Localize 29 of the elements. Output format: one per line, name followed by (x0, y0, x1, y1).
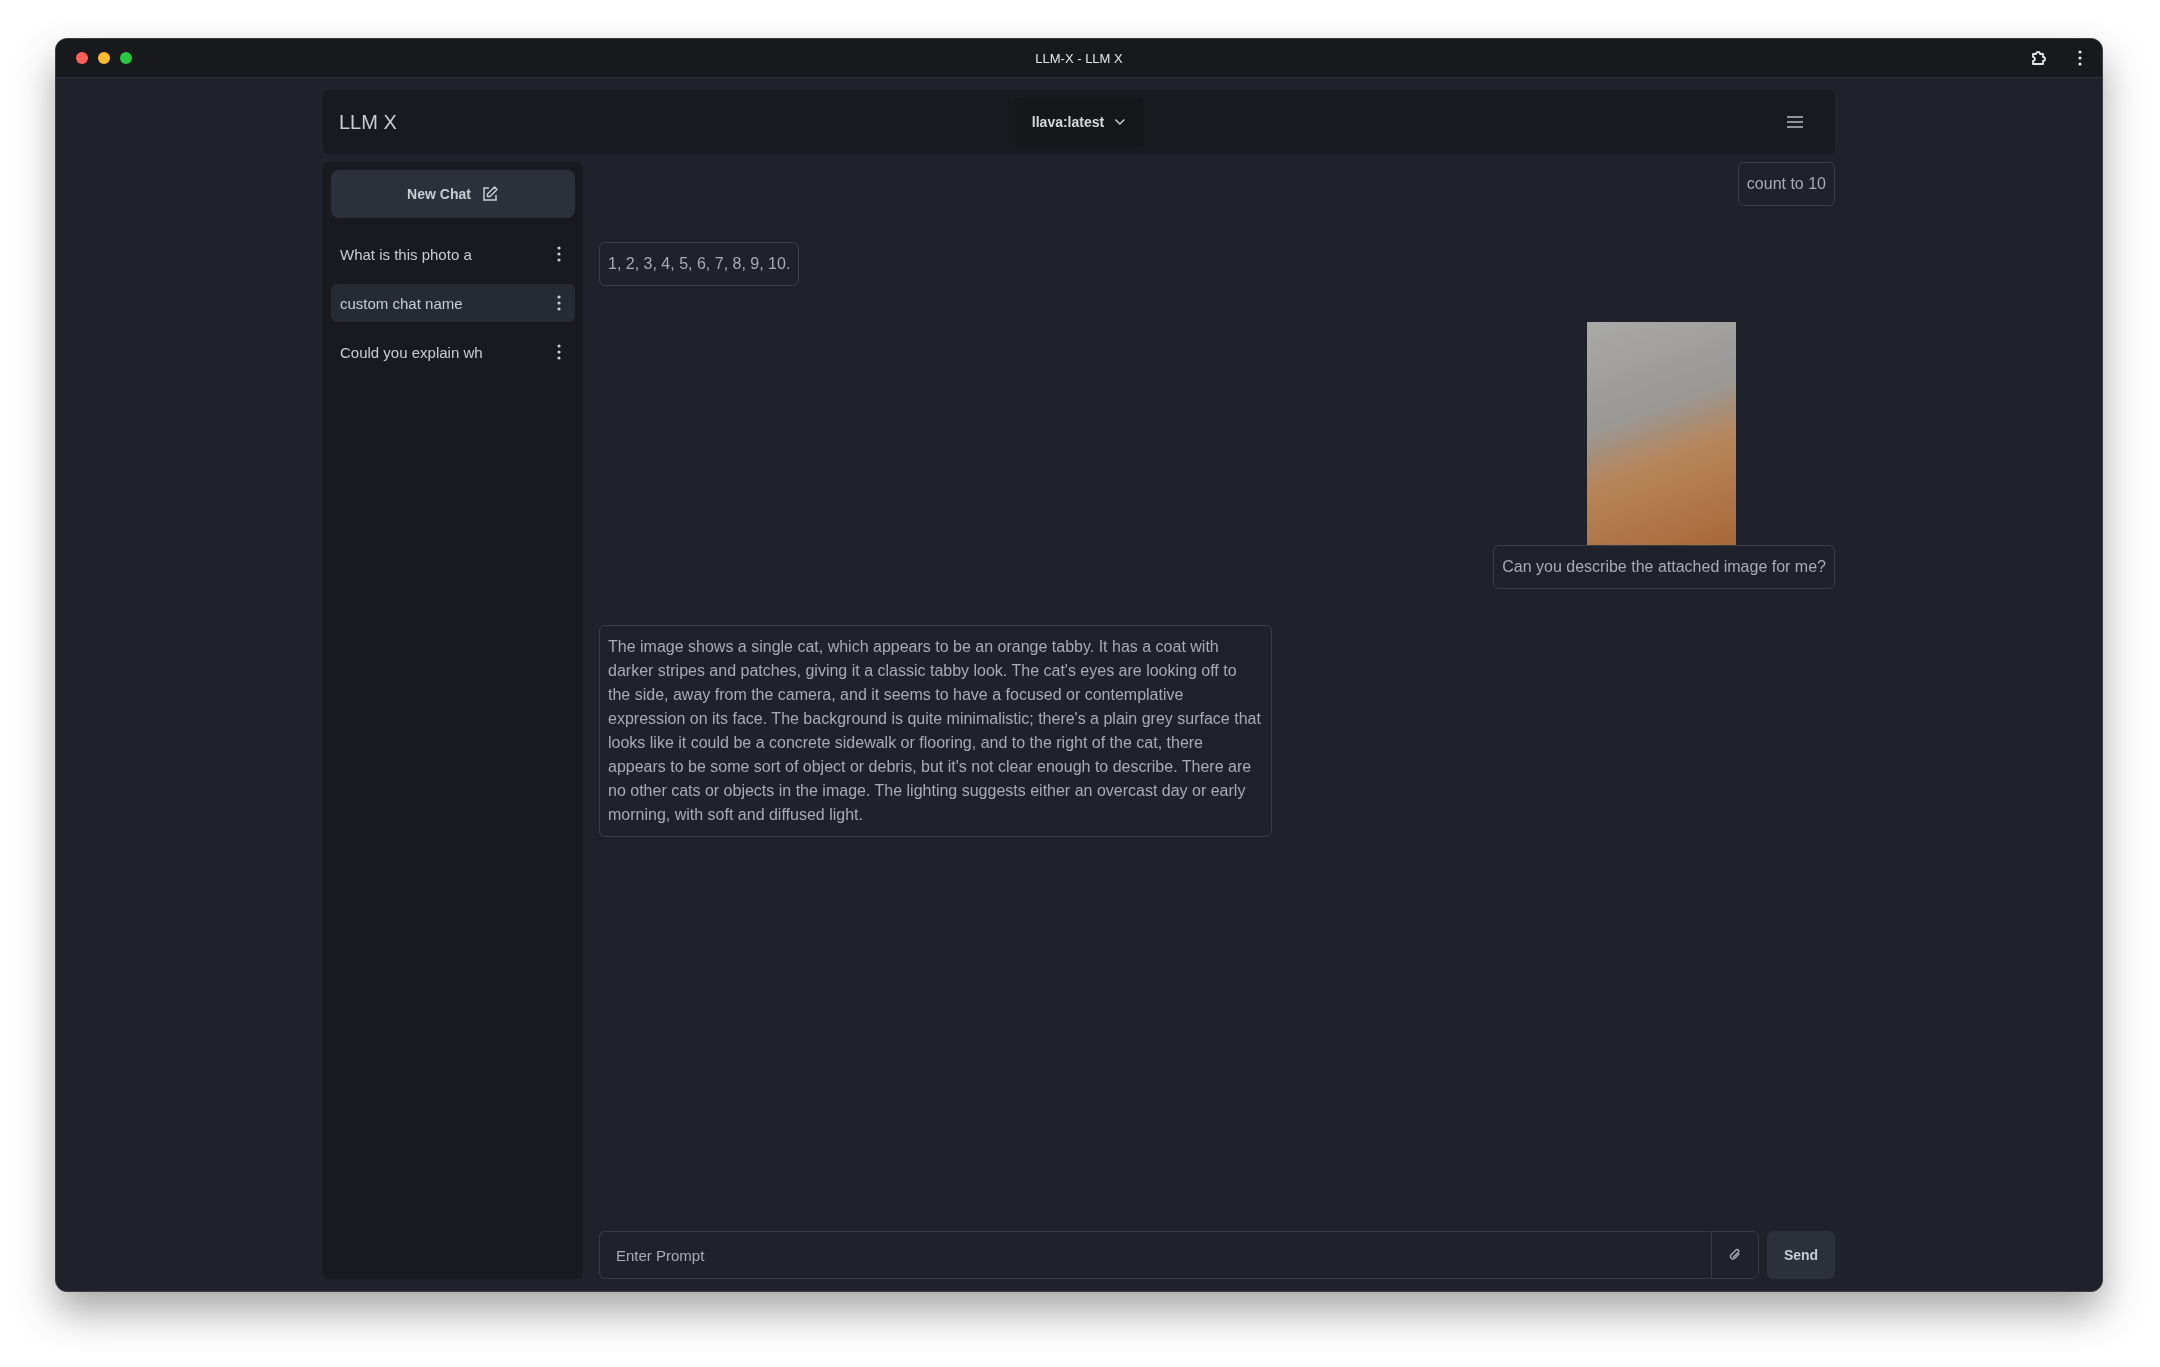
send-button[interactable]: Send (1767, 1231, 1835, 1279)
message-bubble: 1, 2, 3, 4, 5, 6, 7, 8, 9, 10. (599, 242, 800, 286)
puzzle-icon[interactable] (2030, 49, 2048, 67)
edit-icon (480, 185, 499, 203)
chat-title: custom chat name (340, 294, 463, 312)
window-title: LLM-X - LLM X (1035, 50, 1123, 66)
message-bubble: Can you describe the attached image for me? (1493, 545, 1835, 589)
chat-title: Could you explain wh (340, 343, 483, 361)
message-bubble: count to 10 (1737, 162, 1835, 206)
model-selector[interactable]: llava:latest (1013, 97, 1145, 147)
paperclip-icon (1728, 1247, 1742, 1263)
new-chat-button[interactable]: New Chat (331, 170, 575, 218)
chat-item[interactable]: custom chat name (331, 284, 575, 322)
more-icon[interactable] (557, 344, 561, 360)
chat-title: What is this photo a (340, 245, 472, 263)
message-bubble: The image shows a single cat, which appears to be an orange tabby. It has a coat with darker stripes and patches, giving it a classic tabby look. The cat's eyes are looking off to the side, away from the camera, and it seems to have a focused or contemplative expression on its face. The background is quite minimalistic; there's a plain grey surface that looks like it could be a concrete sidewalk or flooring, and to the right of the cat, there appears to be some sort of object or debris, but it's not clear enough to describe. There are no other cats or objects in the image. The lighting suggests either an overcast day or early morning, with soft and diffused light. (599, 625, 1272, 837)
minimize-button[interactable] (98, 52, 110, 64)
close-button[interactable] (76, 52, 88, 64)
attach-button[interactable] (1711, 1231, 1759, 1279)
chat-item[interactable]: Could you explain wh (331, 333, 575, 371)
more-icon[interactable] (2078, 50, 2082, 66)
prompt-field[interactable]: Enter Prompt (599, 1231, 1711, 1279)
app-logo: LLM X (339, 110, 397, 134)
menu-icon[interactable] (1787, 116, 1803, 128)
zoom-button[interactable] (120, 52, 132, 64)
chevron-down-icon (1114, 118, 1127, 126)
chat-item[interactable]: What is this photo a (331, 235, 575, 273)
more-icon[interactable] (557, 246, 561, 262)
more-icon[interactable] (557, 295, 561, 311)
